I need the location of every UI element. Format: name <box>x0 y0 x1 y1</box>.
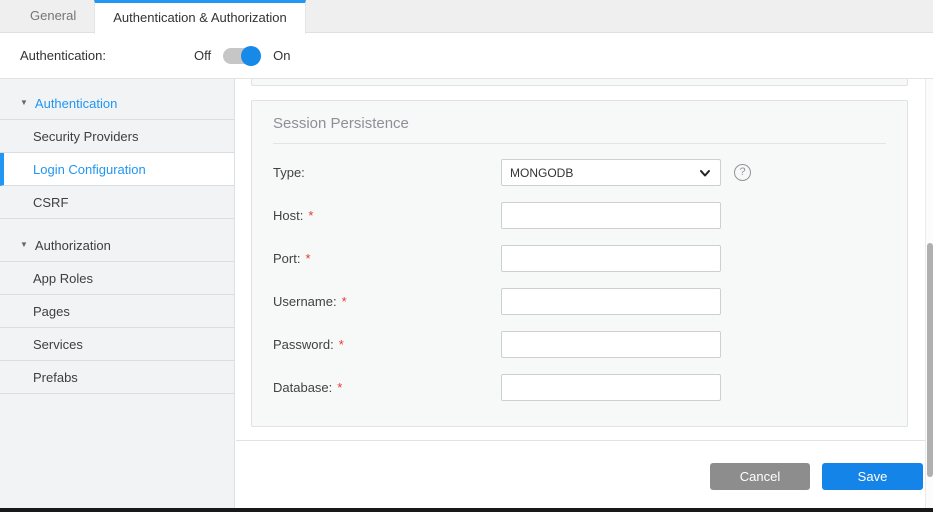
field-label-text: Port: <box>273 251 300 266</box>
security-settings-window: General Authentication & Authorization A… <box>0 0 933 512</box>
sidebar-item-services[interactable]: Services <box>0 328 234 361</box>
sidebar-item-security-providers[interactable]: Security Providers <box>0 120 234 153</box>
sidebar-item-prefabs[interactable]: Prefabs <box>0 361 234 394</box>
sidebar-item-label: Services <box>33 337 83 352</box>
username-label: Username: * <box>273 288 347 315</box>
tab-bar: General Authentication & Authorization <box>0 0 933 33</box>
sidebar-group-label: Authorization <box>35 238 111 253</box>
field-label-text: Username: <box>273 294 337 309</box>
sidebar-item-label: CSRF <box>33 195 68 210</box>
tab-authentication-authorization[interactable]: Authentication & Authorization <box>94 0 305 34</box>
host-label: Host: * <box>273 202 313 229</box>
settings-sidebar: ▼ Authentication Security Providers Logi… <box>0 79 235 508</box>
vertical-scrollbar[interactable] <box>925 79 933 508</box>
password-input[interactable] <box>501 331 721 358</box>
chevron-down-icon <box>698 166 712 180</box>
save-button[interactable]: Save <box>822 463 923 490</box>
database-input[interactable] <box>501 374 721 401</box>
sidebar-group-authorization[interactable]: ▼ Authorization <box>0 229 234 262</box>
scrollbar-thumb[interactable] <box>927 243 933 477</box>
port-label: Port: * <box>273 245 311 272</box>
sidebar-item-label: Login Configuration <box>33 162 146 177</box>
field-label-text: Host: <box>273 208 303 223</box>
type-select-value: MONGODB <box>510 166 698 180</box>
required-marker: * <box>305 251 310 266</box>
field-label-text: Type: <box>273 165 305 180</box>
database-label: Database: * <box>273 374 342 401</box>
toggle-on-label: On <box>273 48 290 63</box>
sidebar-item-login-configuration[interactable]: Login Configuration <box>0 153 234 186</box>
sidebar-item-label: Prefabs <box>33 370 78 385</box>
authentication-toggle-row: Authentication: Off On <box>0 33 933 79</box>
host-input[interactable] <box>501 202 721 229</box>
authentication-toggle[interactable] <box>223 48 259 64</box>
sidebar-item-label: Security Providers <box>33 129 138 144</box>
field-label-text: Database: <box>273 380 332 395</box>
authentication-label: Authentication: <box>20 48 106 63</box>
field-label-text: Password: <box>273 337 334 352</box>
help-icon[interactable]: ? <box>734 164 751 181</box>
username-input[interactable] <box>501 288 721 315</box>
section-divider <box>273 143 886 144</box>
toggle-knob <box>241 46 261 66</box>
required-marker: * <box>308 208 313 223</box>
sidebar-item-pages[interactable]: Pages <box>0 295 234 328</box>
session-persistence-card: Session Persistence Type: MONGODB ? Host… <box>251 100 908 427</box>
sidebar-item-csrf[interactable]: CSRF <box>0 186 234 219</box>
sidebar-item-label: Pages <box>33 304 70 319</box>
form-row-host: Host: * <box>273 202 886 229</box>
cancel-button[interactable]: Cancel <box>710 463 810 490</box>
password-label: Password: * <box>273 331 344 358</box>
required-marker: * <box>342 294 347 309</box>
form-row-type: Type: MONGODB ? <box>273 159 886 186</box>
footer-divider <box>236 440 933 441</box>
required-marker: * <box>339 337 344 352</box>
port-input[interactable] <box>501 245 721 272</box>
sidebar-item-app-roles[interactable]: App Roles <box>0 262 234 295</box>
section-title: Session Persistence <box>273 115 886 132</box>
window-bottom-edge <box>0 508 933 512</box>
sidebar-section-spacer <box>0 219 234 229</box>
form-row-database: Database: * <box>273 374 886 401</box>
form-row-password: Password: * <box>273 331 886 358</box>
sidebar-group-label: Authentication <box>35 96 117 111</box>
tab-general[interactable]: General <box>12 0 94 32</box>
sidebar-item-label: App Roles <box>33 271 93 286</box>
type-select[interactable]: MONGODB <box>501 159 721 186</box>
form-row-port: Port: * <box>273 245 886 272</box>
form-row-username: Username: * <box>273 288 886 315</box>
caret-down-icon: ▼ <box>20 241 28 249</box>
toggle-off-label: Off <box>194 48 211 63</box>
sidebar-group-authentication[interactable]: ▼ Authentication <box>0 87 234 120</box>
type-label: Type: <box>273 159 310 186</box>
caret-down-icon: ▼ <box>20 99 28 107</box>
required-marker: * <box>337 380 342 395</box>
